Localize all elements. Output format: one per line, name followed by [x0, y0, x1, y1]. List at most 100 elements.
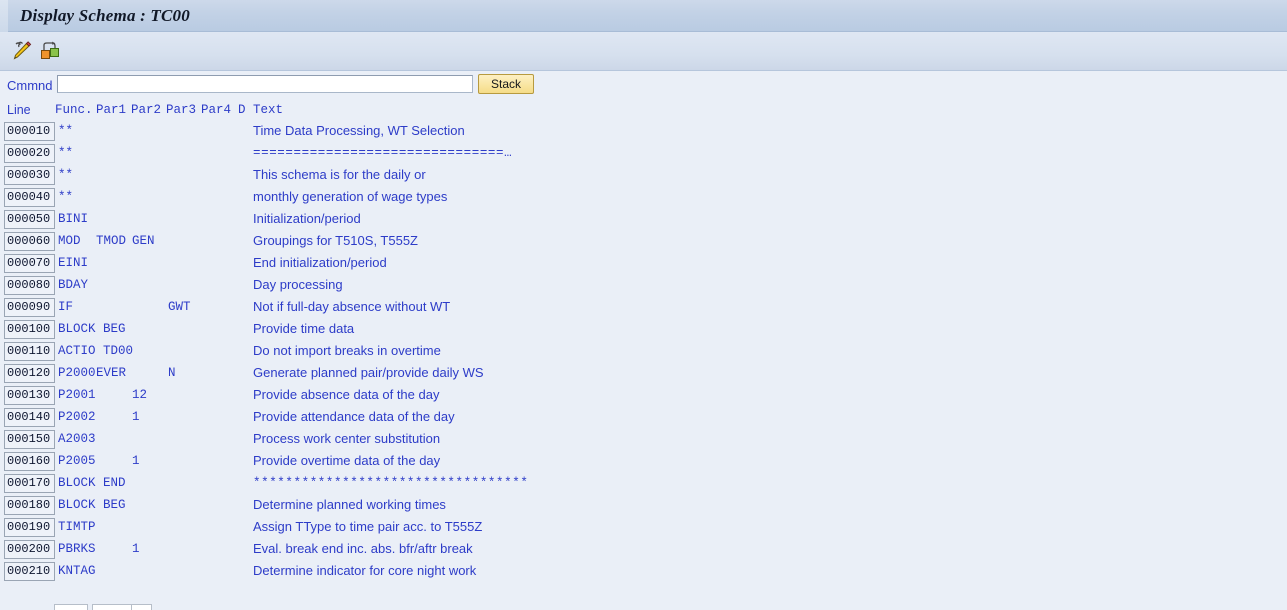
table-row[interactable]: 000160 P2005 1 Provide overtime data of the… [0, 451, 1287, 473]
edit-pencil-icon[interactable] [12, 40, 36, 62]
cell-text[interactable]: Assign TType to time pair acc. to T555Z [253, 519, 482, 534]
line-number-field[interactable]: 000030 [4, 166, 55, 185]
cell-text[interactable]: Do not import breaks in overtime [253, 343, 441, 358]
cell-text[interactable]: Process work center substitution [253, 431, 440, 446]
cell-func[interactable]: BINI [58, 212, 88, 227]
cell-text[interactable]: Eval. break end inc. abs. bfr/aftr break [253, 541, 473, 556]
cell-func[interactable]: P2005 [58, 454, 96, 469]
column-header-func: Func. [55, 103, 93, 117]
cell-text[interactable]: Time Data Processing, WT Selection [253, 123, 465, 138]
table-row[interactable]: 000050 BINI Initialization/period [0, 209, 1287, 231]
command-input[interactable] [57, 75, 473, 93]
cell-par1[interactable]: EVER [96, 366, 126, 381]
cell-func[interactable]: BLOCK END [58, 476, 126, 491]
cell-text[interactable]: Determine indicator for core night work [253, 563, 476, 578]
cell-text[interactable]: Determine planned working times [253, 497, 446, 512]
line-number-field[interactable]: 000180 [4, 496, 55, 515]
cell-func[interactable]: BLOCK BEG [58, 498, 126, 513]
cell-func[interactable]: BDAY [58, 278, 88, 293]
cell-text[interactable]: Provide absence data of the day [253, 387, 439, 402]
table-row[interactable]: 000140 P2002 1 Provide attendance data of t… [0, 407, 1287, 429]
line-number-field[interactable]: 000040 [4, 188, 55, 207]
copy-object-icon[interactable] [38, 40, 62, 62]
cell-func[interactable]: EINI [58, 256, 88, 271]
table-row[interactable]: 000170 BLOCK END *************************… [0, 473, 1287, 495]
cell-text[interactable]: monthly generation of wage types [253, 189, 447, 204]
table-row[interactable]: 000070 EINI End initialization/period [0, 253, 1287, 275]
line-number-field[interactable]: 000140 [4, 408, 55, 427]
table-row[interactable]: 000060 MOD TMOD GEN Groupings for T510S, T55… [0, 231, 1287, 253]
cell-func[interactable]: ** [58, 168, 73, 183]
line-number-field[interactable]: 000160 [4, 452, 55, 471]
cell-text[interactable]: Not if full-day absence without WT [253, 299, 450, 314]
table-row[interactable]: 000110 ACTIO TD00 Do not import breaks in … [0, 341, 1287, 363]
line-number-field[interactable]: 000210 [4, 562, 55, 581]
table-row[interactable]: 000130 P2001 12 Provide absence data of the… [0, 385, 1287, 407]
cell-text[interactable]: This schema is for the daily or [253, 167, 426, 182]
cell-func[interactable]: ** [58, 190, 73, 205]
cell-func[interactable]: ** [58, 146, 73, 161]
cell-func[interactable]: IF [58, 300, 73, 315]
footer-field-1[interactable] [54, 604, 88, 610]
cell-func[interactable]: TIMTP [58, 520, 96, 535]
line-number-field[interactable]: 000200 [4, 540, 55, 559]
cell-par2[interactable]: 1 [132, 542, 140, 557]
footer-field-3[interactable] [131, 604, 152, 610]
cell-par1[interactable]: TMOD [96, 234, 126, 249]
cell-text[interactable]: Provide attendance data of the day [253, 409, 455, 424]
cell-func[interactable]: A2003 [58, 432, 96, 447]
cell-func[interactable]: MOD [58, 234, 81, 249]
cell-text[interactable]: ===============================… [253, 146, 512, 161]
cell-par3[interactable]: N [168, 366, 176, 381]
table-row[interactable]: 000010 ** Time Data Processing, WT Selecti… [0, 121, 1287, 143]
table-row[interactable]: 000040 ** monthly generation of wage types [0, 187, 1287, 209]
line-number-field[interactable]: 000080 [4, 276, 55, 295]
cell-func[interactable]: ACTIO TD00 [58, 344, 133, 359]
table-row[interactable]: 000210 KNTAG Determine indicator for core … [0, 561, 1287, 583]
cell-func[interactable]: P2002 [58, 410, 96, 425]
cell-text[interactable]: Provide time data [253, 321, 354, 336]
table-row[interactable]: 000090 IF GWT Not if full-day absence witho… [0, 297, 1287, 319]
line-number-field[interactable]: 000010 [4, 122, 55, 141]
line-number-field[interactable]: 000110 [4, 342, 55, 361]
cell-func[interactable]: ** [58, 124, 73, 139]
line-number-field[interactable]: 000130 [4, 386, 55, 405]
stack-button[interactable]: Stack [478, 74, 534, 94]
line-number-field[interactable]: 000150 [4, 430, 55, 449]
line-number-field[interactable]: 000050 [4, 210, 55, 229]
cell-par2[interactable]: 1 [132, 454, 140, 469]
cell-text[interactable]: Provide overtime data of the day [253, 453, 440, 468]
line-number-field[interactable]: 000120 [4, 364, 55, 383]
cell-func[interactable]: KNTAG [58, 564, 96, 579]
line-number-field[interactable]: 000090 [4, 298, 55, 317]
table-row[interactable]: 000150 A2003 Process work center substitut… [0, 429, 1287, 451]
line-number-field[interactable]: 000070 [4, 254, 55, 273]
cell-text[interactable]: Generate planned pair/provide daily WS [253, 365, 484, 380]
cell-text[interactable]: Groupings for T510S, T555Z [253, 233, 418, 248]
cell-par2[interactable]: GEN [132, 234, 155, 249]
table-row[interactable]: 000100 BLOCK BEG Provide time data [0, 319, 1287, 341]
cell-par2[interactable]: 12 [132, 388, 147, 403]
line-number-field[interactable]: 000190 [4, 518, 55, 537]
cell-text[interactable]: Initialization/period [253, 211, 361, 226]
cell-func[interactable]: P2000 [58, 366, 96, 381]
cell-func[interactable]: P2001 [58, 388, 96, 403]
table-row[interactable]: 000080 BDAY Day processing [0, 275, 1287, 297]
cell-text[interactable]: Day processing [253, 277, 343, 292]
cell-par3[interactable]: GWT [168, 300, 191, 315]
table-row[interactable]: 000030 ** This schema is for the daily or [0, 165, 1287, 187]
line-number-field[interactable]: 000170 [4, 474, 55, 493]
line-number-field[interactable]: 000060 [4, 232, 55, 251]
table-row[interactable]: 000180 BLOCK BEG Determine planned working… [0, 495, 1287, 517]
line-number-field[interactable]: 000020 [4, 144, 55, 163]
cell-func[interactable]: BLOCK BEG [58, 322, 126, 337]
table-row[interactable]: 000120 P2000 EVER N Generate planned pair/pr… [0, 363, 1287, 385]
cell-text[interactable]: End initialization/period [253, 255, 387, 270]
table-row[interactable]: 000190 TIMTP Assign TType to time pair acc… [0, 517, 1287, 539]
cell-par2[interactable]: 1 [132, 410, 140, 425]
cell-text[interactable]: ********************************** [253, 476, 528, 491]
cell-func[interactable]: PBRKS [58, 542, 96, 557]
line-number-field[interactable]: 000100 [4, 320, 55, 339]
table-row[interactable]: 000020 ** ===============================… [0, 143, 1287, 165]
table-row[interactable]: 000200 PBRKS 1 Eval. break end inc. abs. bf… [0, 539, 1287, 561]
